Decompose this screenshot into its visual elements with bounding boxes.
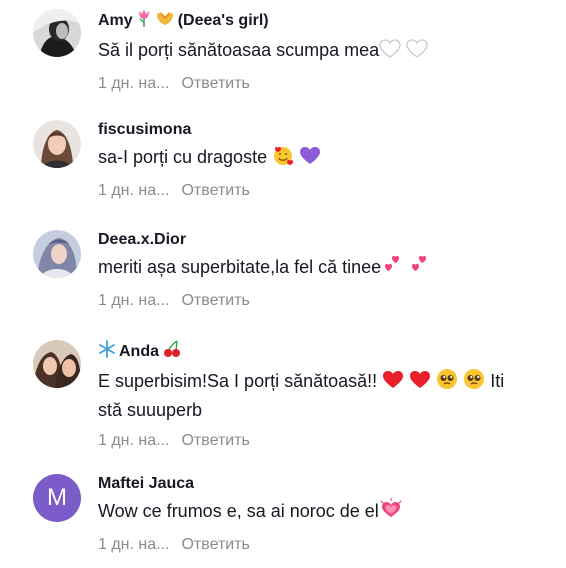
avatar[interactable] xyxy=(33,120,81,168)
two-hearts-icon xyxy=(408,254,430,283)
comment-meta: 1 дн. на... Ответить xyxy=(98,535,556,555)
tulip-icon xyxy=(136,9,152,33)
sparkling-heart-icon xyxy=(379,497,403,527)
comment-meta: 1 дн. на... Ответить xyxy=(98,74,556,94)
avatar[interactable] xyxy=(33,9,81,57)
comment-username[interactable]: Maftei Jauca xyxy=(98,474,556,494)
smiling-face-with-hearts-icon xyxy=(272,144,294,173)
comment-text-tail: Iti xyxy=(490,371,505,391)
comment-meta: 1 дн. на... Ответить xyxy=(98,291,556,311)
comment-text-content: E superbisim!Sa I porți sănătoasă!! xyxy=(98,371,378,391)
username-text: Amy xyxy=(98,12,133,29)
username-text: Deea.x.Dior xyxy=(98,231,187,248)
username-text: Anda xyxy=(119,343,159,360)
comment-username[interactable]: Deea.x.Dior xyxy=(98,230,556,250)
red-heart-icon xyxy=(382,370,404,397)
two-hearts-icon xyxy=(381,254,403,283)
username-text: fiscusimona xyxy=(98,121,192,138)
comment-text: E superbisim!Sa I porți sănătoasă!! Iti … xyxy=(98,368,538,423)
snowflake-icon xyxy=(98,340,116,364)
comment-text-line2: stă suuuperb xyxy=(98,400,203,420)
avatar[interactable] xyxy=(33,230,81,278)
pleading-face-icon xyxy=(436,368,458,397)
reply-button[interactable]: Ответить xyxy=(181,74,249,94)
reply-button[interactable]: Ответить xyxy=(181,291,249,311)
comment-text: Wow ce frumos e, sa ai noroc de el xyxy=(98,497,538,527)
avatar-letter: M xyxy=(47,484,67,511)
avatar[interactable] xyxy=(33,340,81,388)
username-suffix: (Deea's girl) xyxy=(177,12,269,29)
comment-time: 1 дн. на... xyxy=(98,292,170,309)
red-heart-icon xyxy=(409,370,431,397)
comment-text: sa-I porți cu dragoste xyxy=(98,144,538,173)
white-heart-icon xyxy=(379,39,401,66)
purple-heart-icon xyxy=(299,146,321,173)
comment-time: 1 дн. на... xyxy=(98,432,170,449)
reply-button[interactable]: Ответить xyxy=(181,535,249,555)
username-text: Maftei Jauca xyxy=(98,475,195,492)
comment-text: Să il porți sănătoasaa scumpa mea xyxy=(98,37,538,66)
comment-time: 1 дн. на... xyxy=(98,75,170,92)
comment-time: 1 дн. на... xyxy=(98,182,170,199)
heart-hands-icon xyxy=(155,10,175,32)
reply-button[interactable]: Ответить xyxy=(181,181,249,201)
white-heart-icon xyxy=(406,39,428,66)
comment-text-content: meriti așa superbitate,la fel că tinee xyxy=(98,257,382,277)
avatar[interactable]: M xyxy=(33,474,81,522)
comment-meta: 1 дн. на... Ответить xyxy=(98,181,556,201)
comment-username[interactable]: Anda xyxy=(98,340,556,364)
pleading-face-icon xyxy=(463,368,485,397)
comment-text-content: sa-I porți cu dragoste xyxy=(98,147,268,167)
reply-button[interactable]: Ответить xyxy=(181,431,249,451)
comment-username[interactable]: Amy (Deea's girl) xyxy=(98,9,556,33)
comment-text: meriti așa superbitate,la fel că tinee xyxy=(98,254,538,283)
cherries-icon xyxy=(162,340,182,364)
comment-username[interactable]: fiscusimona xyxy=(98,120,556,140)
comment-text-content: Wow ce frumos e, sa ai noroc de el xyxy=(98,501,379,521)
comment-text-content: Să il porți sănătoasaa scumpa mea xyxy=(98,40,380,60)
comment-meta: 1 дн. на... Ответить xyxy=(98,431,556,451)
comment-time: 1 дн. на... xyxy=(98,536,170,553)
